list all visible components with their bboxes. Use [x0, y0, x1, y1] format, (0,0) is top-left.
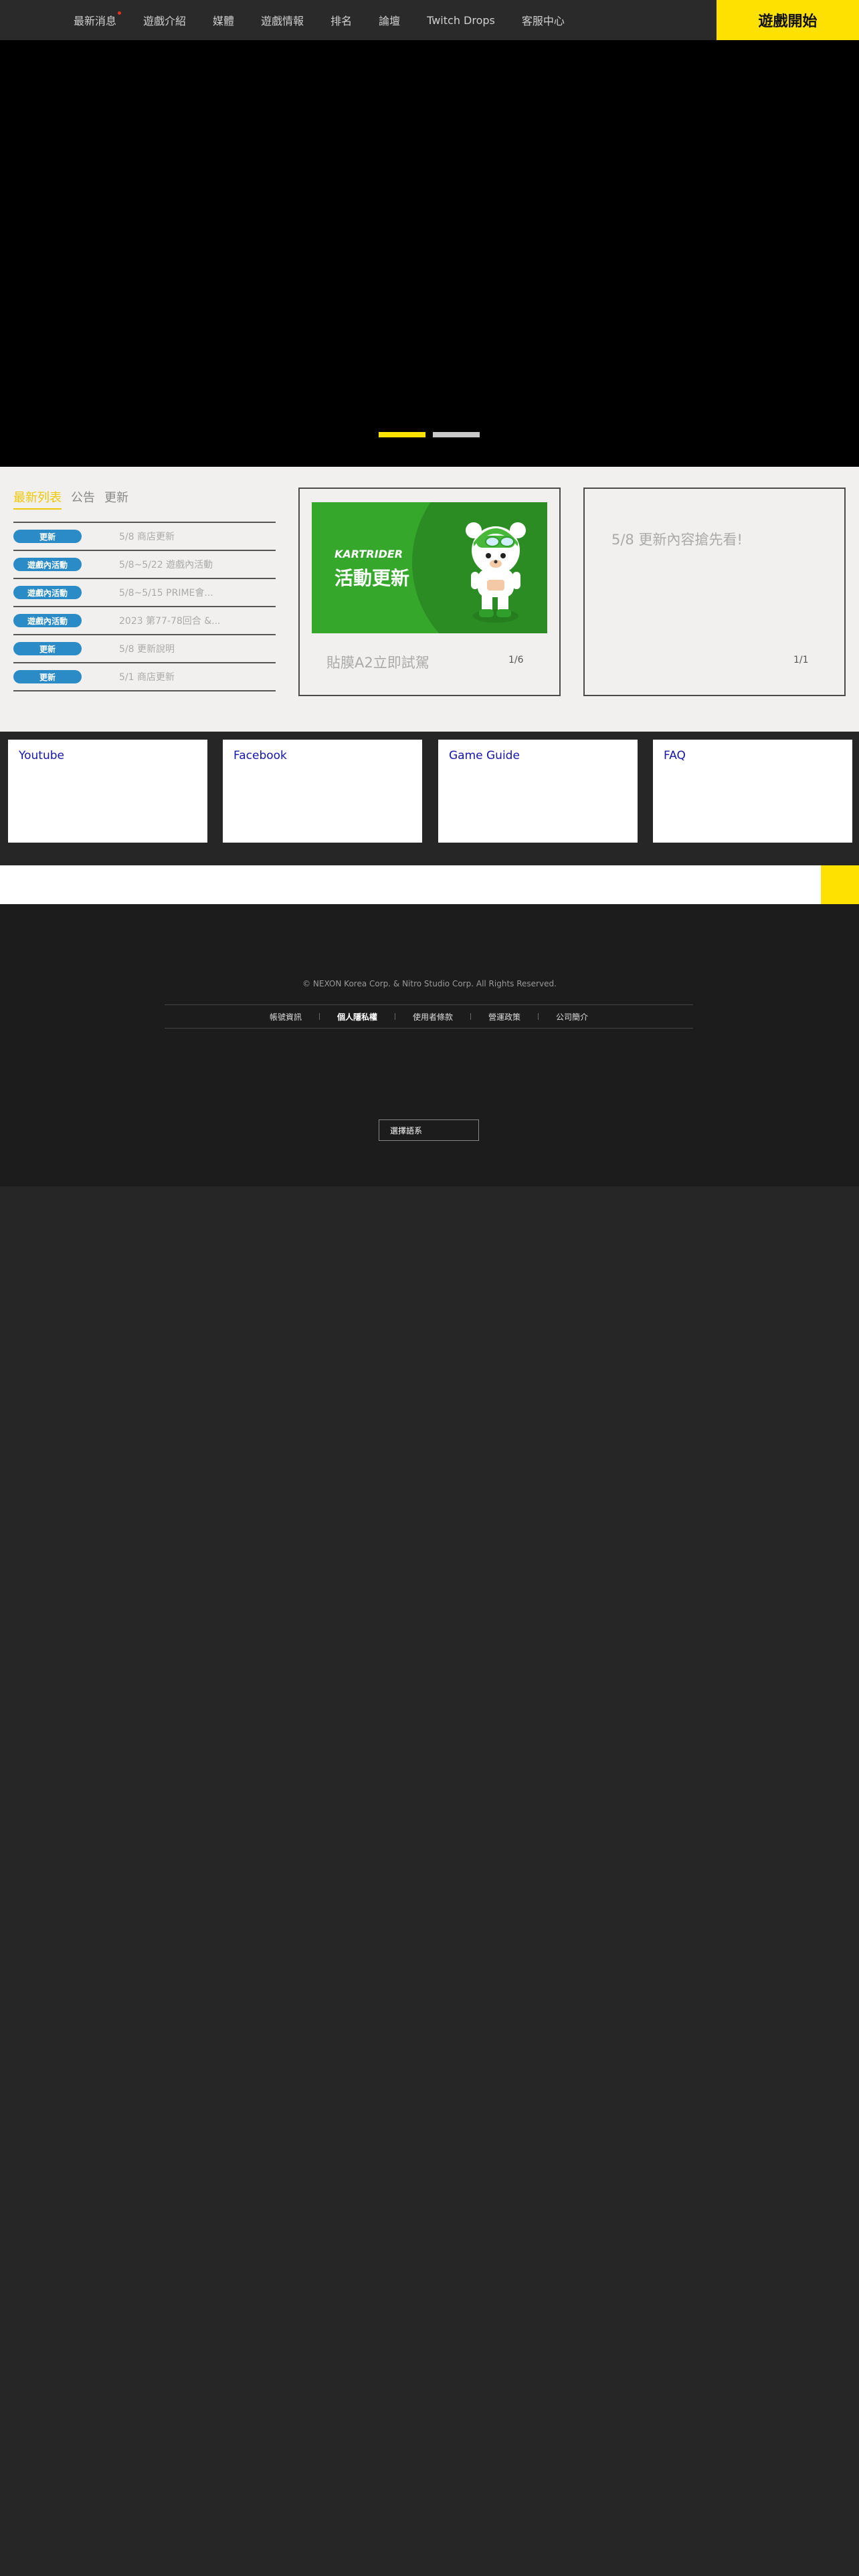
faq-link-box[interactable]: FAQ [653, 740, 852, 843]
nav-item-forum[interactable]: 論壇 [379, 12, 400, 28]
news-title[interactable]: 5/8~5/22 遊戲內活動 [119, 558, 213, 571]
category-badge: 遊戲內活動 [13, 614, 82, 627]
footer: © NEXON Korea Corp. & Nitro Studio Corp.… [0, 904, 859, 1186]
featured-event-card[interactable]: KARTRIDER 活動更新 貼膜A2立即試駕 1/6 [298, 488, 561, 696]
news-title[interactable]: 5/1 商店更新 [119, 670, 175, 683]
featured-caption[interactable]: 貼膜A2立即試駕 [326, 652, 430, 672]
list-item[interactable]: 遊戲內活動 2023 第77-78回合 &... [13, 607, 276, 635]
list-item[interactable]: 遊戲內活動 5/8~5/15 PRIME會... [13, 579, 276, 607]
nav-item-support[interactable]: 客服中心 [522, 12, 565, 28]
category-badge: 更新 [13, 670, 82, 683]
category-badge: 更新 [13, 530, 82, 543]
link-label[interactable]: Game Guide [449, 749, 520, 762]
scroll-top-button[interactable] [821, 865, 859, 904]
footer-link-company[interactable]: 公司簡介 [539, 1011, 605, 1023]
news-tabs: 最新列表 公告 更新 [13, 488, 138, 510]
game-start-button[interactable]: 遊戲開始 [717, 0, 859, 40]
banner-strip [0, 865, 859, 904]
news-title[interactable]: 5/8 更新說明 [119, 642, 175, 655]
link-label[interactable]: FAQ [664, 749, 686, 762]
banner-headline: 活動更新 [335, 567, 410, 589]
link-label[interactable]: Facebook [233, 749, 287, 762]
event-banner-image[interactable]: KARTRIDER 活動更新 [312, 502, 547, 633]
news-title[interactable]: 5/8 商店更新 [119, 530, 175, 543]
facebook-link-box[interactable]: Facebook [223, 740, 422, 843]
news-title[interactable]: 5/8~5/15 PRIME會... [119, 586, 213, 599]
news-title[interactable]: 2023 第77-78回合 &... [119, 614, 220, 627]
list-item[interactable]: 更新 5/8 商店更新 [13, 523, 276, 551]
tab-latest[interactable]: 最新列表 [13, 488, 62, 510]
tab-update[interactable]: 更新 [104, 488, 128, 510]
featured-page-indicator: 1/6 [508, 655, 524, 665]
game-logo: KARTRIDER [335, 548, 403, 560]
nav-item-game-info[interactable]: 遊戲情報 [261, 12, 304, 28]
nav-item-news[interactable]: 最新消息 [74, 11, 122, 28]
hero-pager-2[interactable] [433, 432, 480, 437]
new-dot-icon [118, 11, 122, 15]
footer-link-account[interactable]: 帳號資訊 [252, 1011, 319, 1023]
category-badge: 更新 [13, 642, 82, 655]
update-preview-card[interactable]: 5/8 更新內容搶先看! 1/1 [583, 488, 846, 696]
youtube-link-box[interactable]: Youtube [8, 740, 207, 843]
nav-item-twitch-drops[interactable]: Twitch Drops [427, 14, 495, 27]
footer-link-policy[interactable]: 營運政策 [471, 1011, 538, 1023]
copyright-text: © NEXON Korea Corp. & Nitro Studio Corp.… [302, 979, 557, 988]
list-item[interactable]: 遊戲內活動 5/8~5/22 遊戲內活動 [13, 551, 276, 579]
news-section: 最新列表 公告 更新 更新 5/8 商店更新 遊戲內活動 5/8~5/22 遊戲內活… [0, 467, 859, 732]
news-list: 更新 5/8 商店更新 遊戲內活動 5/8~5/22 遊戲內活動 遊戲內活動 5/8~… [13, 522, 276, 691]
top-navigation-bar: 最新消息 遊戲介紹 媒體 遊戲情報 排名 論壇 Twitch Drops 客服中… [0, 0, 859, 40]
footer-link-terms[interactable]: 使用者條款 [395, 1011, 470, 1023]
hero-slideshow[interactable] [0, 40, 859, 467]
footer-links: 帳號資訊 個人隱私權 使用者條款 營運政策 公司簡介 [165, 1004, 693, 1029]
bear-mascot-icon [466, 522, 526, 623]
main-menu: 最新消息 遊戲介紹 媒體 遊戲情報 排名 論壇 Twitch Drops 客服中… [74, 0, 591, 40]
footer-link-privacy[interactable]: 個人隱私權 [320, 1011, 395, 1023]
list-item[interactable]: 更新 5/1 商店更新 [13, 663, 276, 691]
nav-item-ranking[interactable]: 排名 [330, 12, 352, 28]
nav-item-media[interactable]: 媒體 [213, 12, 234, 28]
tab-notice[interactable]: 公告 [71, 488, 95, 510]
update-caption[interactable]: 5/8 更新內容搶先看! [611, 529, 743, 549]
list-item[interactable]: 更新 5/8 更新說明 [13, 635, 276, 663]
nav-item-game-intro[interactable]: 遊戲介紹 [143, 12, 186, 28]
nav-item-label: 最新消息 [74, 15, 117, 27]
language-select[interactable]: 選擇語系 [379, 1119, 479, 1141]
category-badge: 遊戲內活動 [13, 558, 82, 571]
hero-pager-1[interactable] [379, 432, 425, 437]
update-page-indicator: 1/1 [793, 655, 809, 665]
link-label[interactable]: Youtube [19, 749, 64, 762]
game-guide-link-box[interactable]: Game Guide [438, 740, 638, 843]
category-badge: 遊戲內活動 [13, 586, 82, 599]
